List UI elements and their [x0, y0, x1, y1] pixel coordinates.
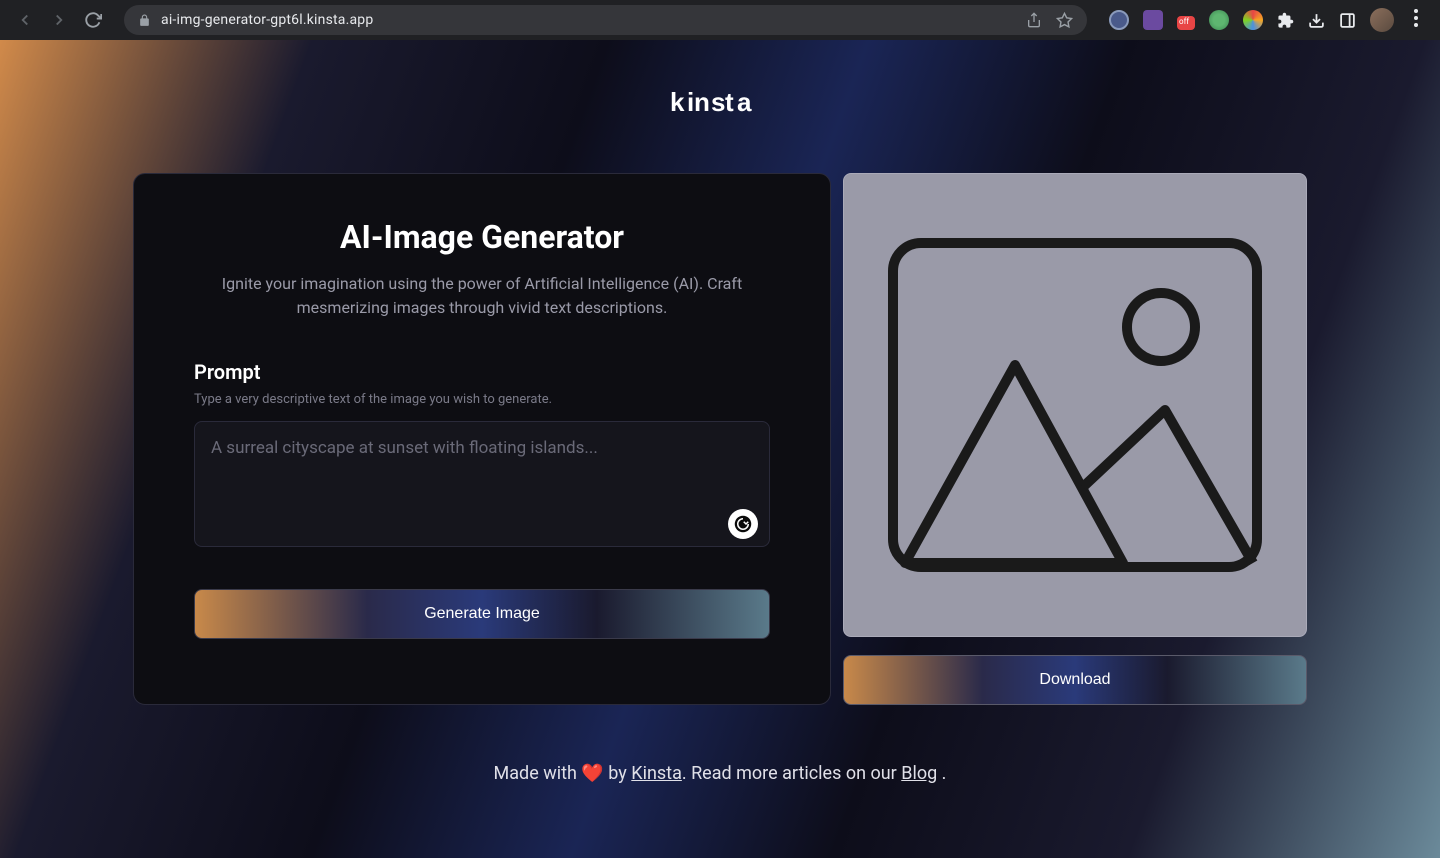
blog-link[interactable]: Blog	[901, 763, 937, 784]
star-icon[interactable]	[1056, 12, 1073, 29]
grammarly-icon[interactable]	[728, 509, 758, 539]
card-title: AI-Image Generator	[194, 218, 770, 256]
placeholder-image-icon	[885, 235, 1265, 575]
svg-text:t: t	[725, 91, 734, 117]
address-bar[interactable]: ai-img-generator-gpt6l.kinsta.app	[124, 5, 1087, 35]
extensions-puzzle-icon[interactable]	[1277, 12, 1294, 29]
generator-form-card: AI-Image Generator Ignite your imaginati…	[133, 173, 831, 705]
svg-text:a: a	[737, 91, 752, 117]
panel-icon[interactable]	[1339, 12, 1356, 29]
reload-button[interactable]	[84, 11, 102, 29]
extension-icon[interactable]	[1143, 10, 1163, 30]
downloads-icon[interactable]	[1308, 12, 1325, 29]
generate-button[interactable]: Generate Image	[194, 589, 770, 639]
extension-icon[interactable]	[1209, 10, 1229, 30]
browser-toolbar: ai-img-generator-gpt6l.kinsta.app	[0, 0, 1440, 40]
svg-text:n: n	[694, 91, 709, 117]
image-preview	[843, 173, 1307, 637]
url-text: ai-img-generator-gpt6l.kinsta.app	[161, 12, 373, 28]
profile-avatar[interactable]	[1370, 8, 1394, 32]
prompt-textarea[interactable]	[194, 421, 770, 547]
more-menu-icon[interactable]	[1408, 9, 1424, 31]
lock-icon	[138, 14, 151, 27]
forward-button[interactable]	[50, 11, 68, 29]
footer-text: Made with ❤️ by Kinsta. Read more articl…	[494, 763, 947, 784]
prompt-hint: Type a very descriptive text of the imag…	[194, 392, 770, 407]
svg-text:I: I	[687, 91, 694, 117]
extension-icon[interactable]	[1109, 10, 1129, 30]
kinsta-link[interactable]: Kinsta	[631, 763, 682, 784]
card-subtitle: Ignite your imagination using the power …	[194, 272, 770, 320]
page-content: K I n s t a AI-Image Generator Ignite yo…	[0, 40, 1440, 858]
back-button[interactable]	[16, 11, 34, 29]
extension-icon[interactable]	[1177, 16, 1195, 30]
kinsta-logo: K I n s t a	[670, 88, 770, 125]
heart-icon: ❤️	[581, 763, 603, 784]
share-icon[interactable]	[1026, 12, 1042, 28]
download-button[interactable]: Download	[843, 655, 1307, 705]
prompt-label: Prompt	[194, 360, 770, 384]
svg-text:K: K	[670, 91, 685, 117]
extension-icon[interactable]	[1243, 10, 1263, 30]
svg-text:s: s	[711, 91, 725, 117]
